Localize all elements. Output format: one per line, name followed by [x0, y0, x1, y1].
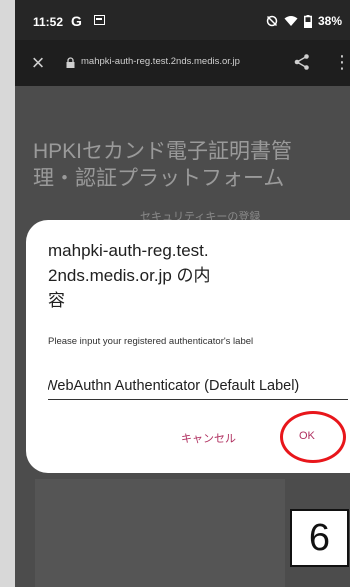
- battery-icon: [303, 14, 312, 28]
- status-bar: 11:52 G 38%: [15, 0, 350, 40]
- dialog-message: Please input your registered authenticat…: [48, 336, 254, 347]
- status-time: 11:52: [33, 15, 64, 29]
- ok-button[interactable]: OK: [299, 430, 315, 442]
- url-text[interactable]: mahpki-auth-reg.test.2nds.medis.or.jp: [81, 56, 240, 67]
- more-vert-icon[interactable]: ⋮: [333, 53, 350, 71]
- page-title: HPKIセカンド電子証明書管理・認証プラットフォーム: [33, 140, 293, 190]
- wifi-icon: [284, 16, 298, 26]
- google-icon: G: [71, 13, 82, 29]
- do-not-disturb-icon: [266, 15, 278, 27]
- status-icons: 38%: [266, 14, 342, 28]
- share-icon[interactable]: [293, 53, 311, 71]
- lock-icon: [66, 57, 75, 68]
- prompt-dialog: mahpki-auth-reg.test. 2nds.medis.or.jp の…: [26, 220, 350, 473]
- cancel-button[interactable]: キャンセル: [181, 430, 236, 446]
- step-number-badge: 6: [290, 509, 349, 567]
- page-card: [35, 479, 285, 587]
- dialog-title: mahpki-auth-reg.test. 2nds.medis.or.jp の…: [48, 241, 211, 310]
- browser-toolbar: × mahpki-auth-reg.test.2nds.medis.or.jp …: [15, 40, 350, 86]
- close-icon[interactable]: ×: [27, 52, 49, 74]
- label-input[interactable]: [48, 373, 348, 400]
- phone-screen: 11:52 G 38% × mahpki-auth-reg.test.2nds.: [15, 0, 350, 587]
- calendar-icon: [94, 15, 105, 25]
- battery-percent: 38%: [317, 14, 342, 28]
